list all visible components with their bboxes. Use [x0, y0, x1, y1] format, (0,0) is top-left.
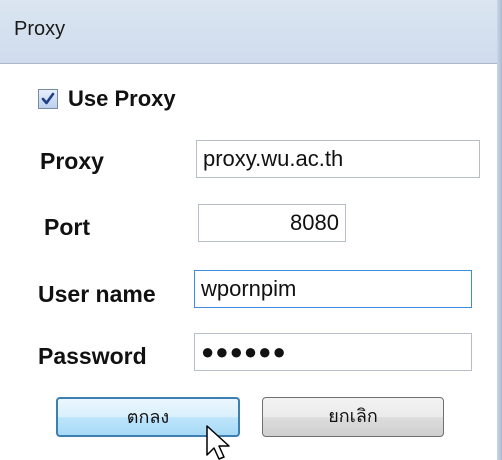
checkmark-icon — [41, 92, 55, 105]
use-proxy-checkbox[interactable] — [38, 89, 58, 109]
use-proxy-label[interactable]: Use Proxy — [68, 86, 176, 112]
cancel-button[interactable]: ยกเลิก — [262, 397, 444, 437]
proxy-label: Proxy — [40, 148, 104, 174]
username-label: User name — [38, 281, 156, 307]
port-input[interactable]: 8080 — [198, 204, 346, 242]
proxy-dialog: Proxy Use Proxy Proxy proxy.wu.ac.th Por… — [0, 0, 502, 460]
title-bar: Proxy — [0, 0, 502, 64]
port-label: Port — [44, 214, 90, 240]
proxy-host-input[interactable]: proxy.wu.ac.th — [196, 140, 480, 178]
username-input[interactable]: wpornpim — [194, 270, 472, 308]
mouse-pointer-icon — [206, 425, 230, 460]
window-frame-border — [497, 0, 502, 460]
password-input[interactable]: ●●●●●● — [194, 333, 472, 371]
window-title: Proxy — [14, 18, 66, 40]
password-label: Password — [38, 343, 147, 369]
